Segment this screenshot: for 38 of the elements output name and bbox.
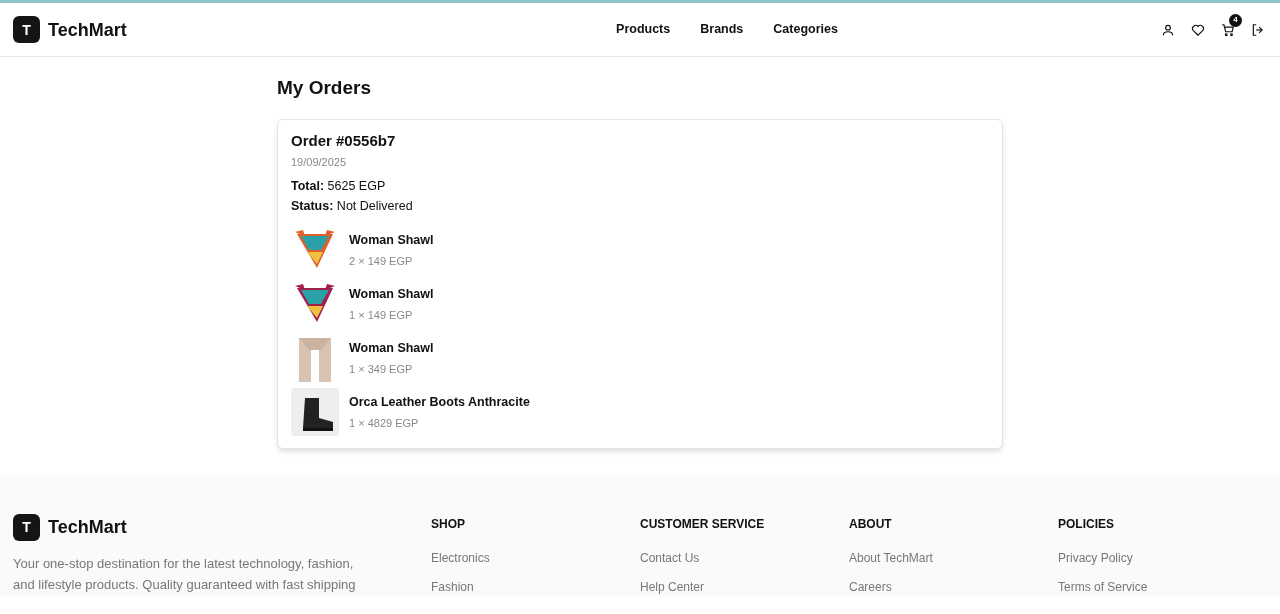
order-date: 19/09/2025	[291, 155, 348, 170]
footer-link[interactable]: Help Center	[640, 578, 849, 596]
order-status: Status: Not Delivered	[291, 198, 414, 216]
item-name: Woman Shawl	[349, 285, 434, 303]
item-quantity-price: 1 × 149 EGP	[349, 307, 414, 323]
cart-icon[interactable]	[1221, 22, 1235, 37]
order-total: Total: 5625 EGP	[291, 177, 387, 195]
item-name: Woman Shawl	[349, 231, 434, 249]
footer-heading: CUSTOMER SERVICE	[640, 516, 766, 533]
footer-link[interactable]: Privacy Policy	[1058, 549, 1267, 567]
item-quantity-price: 1 × 4829 EGP	[349, 415, 420, 431]
footer-heading: ABOUT	[849, 516, 893, 533]
item-name: Woman Shawl	[349, 339, 434, 357]
brand-name: TechMart	[48, 18, 127, 42]
logo-mark: T	[13, 16, 40, 43]
order-title: Order #0556b7	[291, 130, 397, 151]
cart-count-badge: 4	[1229, 13, 1242, 27]
page-title: My Orders	[277, 76, 372, 100]
nav-link[interactable]: Brands	[700, 20, 744, 39]
item-name: Orca Leather Boots Anthracite	[349, 393, 530, 411]
item-quantity-price: 2 × 149 EGP	[349, 253, 414, 269]
logout-icon[interactable]	[1251, 22, 1265, 37]
footer-link[interactable]: Contact Us	[640, 549, 849, 567]
footer-link[interactable]: Terms of Service	[1058, 578, 1267, 596]
footer-heading: POLICIES	[1058, 516, 1115, 533]
heart-icon[interactable]	[1191, 22, 1205, 37]
item-quantity-price: 1 × 349 EGP	[349, 361, 414, 377]
footer-link[interactable]: Fashion	[431, 578, 640, 596]
nav-link[interactable]: Products	[616, 20, 671, 39]
footer-heading: SHOP	[431, 516, 466, 533]
logo-mark: T	[13, 513, 40, 541]
user-icon[interactable]	[1161, 22, 1175, 37]
nav-link[interactable]: Categories	[773, 20, 838, 39]
footer-link[interactable]: Careers	[849, 578, 1058, 596]
footer-link[interactable]: About TechMart	[849, 549, 1058, 567]
brand-name: TechMart	[48, 516, 127, 539]
footer-description: Your one-stop destination for the latest technology, fashion, and lifestyle products. Quality guaranteed with fast shipping	[13, 555, 357, 594]
footer-link[interactable]: Electronics	[431, 549, 640, 567]
